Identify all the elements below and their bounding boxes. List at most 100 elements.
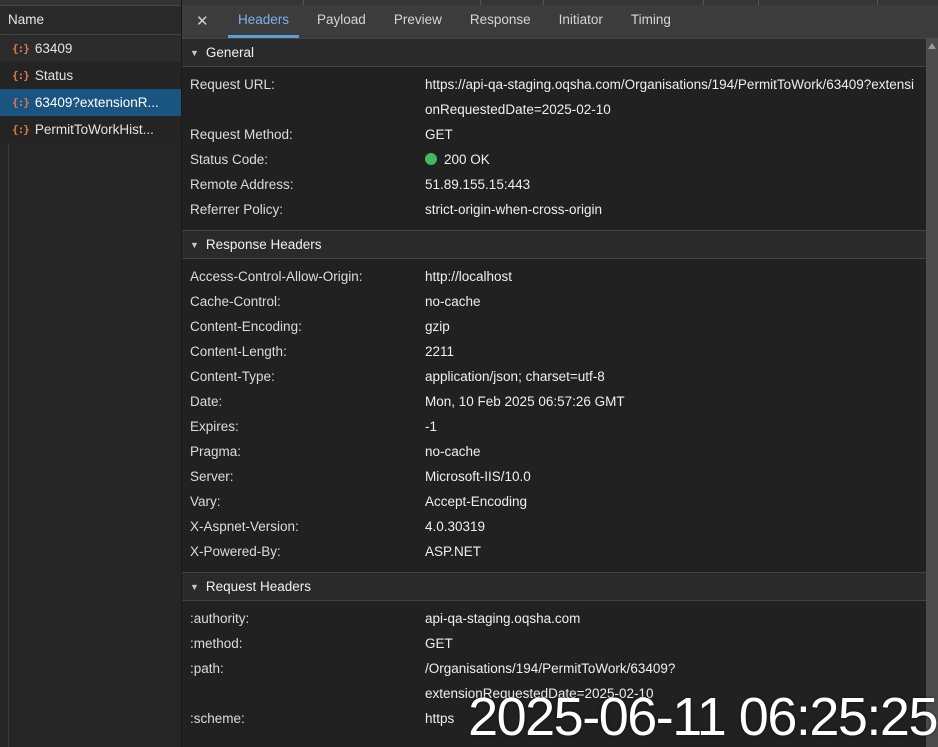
collapse-caret-icon: ▼ [190,48,199,58]
header-name: Vary: [182,489,425,514]
header-name: Server: [182,464,425,489]
header-value: https://api-qa-staging.oqsha.com/Organis… [425,72,926,122]
headers-section: ▼ Response Headers Access-Control-Allow-Or… [182,230,926,572]
header-row: Content-Encoding:gzip [182,314,926,339]
header-value: 4.0.30319 [425,514,926,539]
section-header[interactable]: ▼ Response Headers [182,230,926,259]
network-request-sidebar: Name {:}63409{:}Status{:}63409?extension… [0,0,182,747]
tab-payload[interactable]: Payload [307,5,376,38]
header-value-line: /Organisations/194/PermitToWork/63409? [425,656,920,681]
header-value: ASP.NET [425,539,926,564]
header-row: Cache-Control:no-cache [182,289,926,314]
header-row: :scheme:https [182,706,926,731]
header-value: http://localhost [425,264,926,289]
header-value: /Organisations/194/PermitToWork/63409?ex… [425,656,926,706]
request-detail-panel: ✕ HeadersPayloadPreviewResponseInitiator… [182,0,938,747]
header-row: Status Code:200 OK [182,147,926,172]
status-ok-dot-icon [425,153,437,165]
header-name: Date: [182,389,425,414]
header-name: Expires: [182,414,425,439]
collapse-caret-icon: ▼ [190,240,199,250]
header-row: Pragma:no-cache [182,439,926,464]
section-title: Response Headers [206,237,322,252]
header-value: application/json; charset=utf-8 [425,364,926,389]
section-body: Access-Control-Allow-Origin:http://local… [182,259,926,572]
name-column-header[interactable]: Name [0,5,181,35]
request-name: Status [35,68,73,83]
header-row: Request Method:GET [182,122,926,147]
detail-tabs: HeadersPayloadPreviewResponseInitiatorTi… [224,5,685,38]
header-row: Content-Length:2211 [182,339,926,364]
request-list-item[interactable]: {:}63409 [0,35,181,62]
request-list-item[interactable]: {:}63409?extensionR... [0,89,181,116]
header-value: GET [425,122,926,147]
detail-tab-bar: ✕ HeadersPayloadPreviewResponseInitiator… [182,5,938,38]
header-row: :authority:api-qa-staging.oqsha.com [182,606,926,631]
header-value: no-cache [425,289,926,314]
tab-timing[interactable]: Timing [621,5,681,38]
header-name: Access-Control-Allow-Origin: [182,264,425,289]
header-row: Referrer Policy:strict-origin-when-cross… [182,197,926,222]
header-name: Content-Encoding: [182,314,425,339]
request-list-item[interactable]: {:} Status [0,62,181,89]
tab-response[interactable]: Response [460,5,541,38]
header-name: Request Method: [182,122,425,147]
json-braces-icon: {:} [12,69,29,82]
column-divider [480,0,481,5]
headers-section: ▼ General Request URL:https://api-qa-stagi… [182,38,926,230]
tab-preview[interactable]: Preview [384,5,452,38]
name-column-label: Name [8,12,44,27]
request-name: PermitToWorkHist... [35,122,154,137]
header-value: 200 OK [425,147,926,172]
json-braces-icon: {:} [12,96,29,109]
header-value: gzip [425,314,926,339]
header-name: Content-Type: [182,364,425,389]
header-row: X-Powered-By:ASP.NET [182,539,926,564]
header-name: :authority: [182,606,425,631]
header-name: :method: [182,631,425,656]
section-body: :authority:api-qa-staging.oqsha.com:meth… [182,601,926,739]
vertical-scrollbar[interactable] [926,38,938,747]
header-value: https [425,706,926,731]
close-icon[interactable]: ✕ [196,5,212,38]
header-row: X-Aspnet-Version:4.0.30319 [182,514,926,539]
header-name: Pragma: [182,439,425,464]
header-name: :path: [182,656,425,706]
tab-headers[interactable]: Headers [228,5,299,38]
devtools-network-panel: Name {:}63409{:}Status{:}63409?extension… [0,0,938,747]
section-header[interactable]: ▼Request Headers [182,572,926,601]
column-divider-strip [182,0,938,5]
headers-content: ▼ General Request URL:https://api-qa-stagi… [182,38,926,747]
header-row: Content-Type:application/json; charset=u… [182,364,926,389]
header-name: Referrer Policy: [182,197,425,222]
column-divider [303,0,304,5]
header-value: api-qa-staging.oqsha.com [425,606,926,631]
header-value: 51.89.155.15:443 [425,172,926,197]
header-name: Cache-Control: [182,289,425,314]
header-row: Vary:Accept-Encoding [182,489,926,514]
header-value: Microsoft-IIS/10.0 [425,464,926,489]
header-name: Content-Length: [182,339,425,364]
section-header[interactable]: ▼ General [182,38,926,67]
header-value: no-cache [425,439,926,464]
header-row: Access-Control-Allow-Origin:http://local… [182,264,926,289]
collapse-caret-icon: ▼ [190,582,199,592]
header-name: Status Code: [182,147,425,172]
header-row: :path:/Organisations/194/PermitToWork/63… [182,656,926,706]
request-list: {:}63409{:}Status{:}63409?extensionR...{… [0,35,181,143]
header-name: Request URL: [182,72,425,122]
section-title: General [206,45,254,60]
header-name: X-Aspnet-Version: [182,514,425,539]
header-value: GET [425,631,926,656]
header-value-line: extensionRequestedDate=2025-02-10 [425,681,920,706]
scroll-up-arrow-icon[interactable] [928,43,936,49]
header-value: strict-origin-when-cross-origin [425,197,926,222]
header-value: 2211 [425,339,926,364]
header-value: Mon, 10 Feb 2025 06:57:26 GMT [425,389,926,414]
header-name: Remote Address: [182,172,425,197]
header-row: Request URL:https://api-qa-staging.oqsha… [182,72,926,122]
column-divider [758,0,759,5]
tab-initiator[interactable]: Initiator [549,5,613,38]
request-name: 63409 [35,41,73,56]
request-list-item[interactable]: {:}PermitToWorkHist... [0,116,181,143]
